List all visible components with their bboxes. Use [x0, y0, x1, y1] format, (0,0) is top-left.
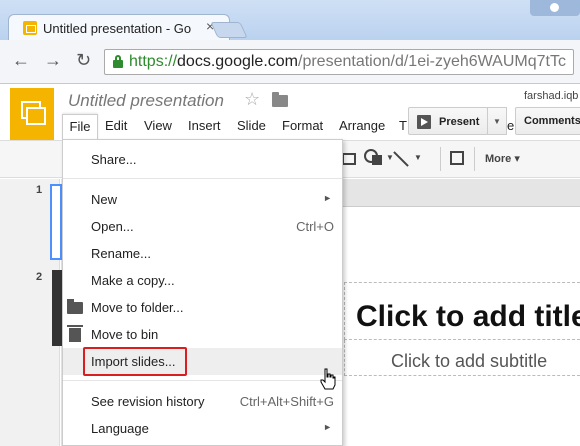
menu-item-make-copy[interactable]: Make a copy... — [63, 267, 342, 294]
menu-insert[interactable]: Insert — [188, 118, 221, 133]
star-icon[interactable]: ☆ — [244, 89, 260, 110]
submenu-arrow-icon: ► — [323, 193, 332, 203]
present-button[interactable]: Present — [408, 107, 488, 135]
menu-item-move-to-bin[interactable]: Move to bin — [63, 321, 342, 348]
trash-icon — [67, 325, 83, 342]
comment-icon[interactable] — [450, 151, 464, 165]
menu-item-revision-history[interactable]: See revision history Ctrl+Alt+Shift+G — [63, 388, 342, 415]
shape-square-icon — [372, 155, 382, 165]
chevron-down-icon[interactable]: ▼ — [386, 153, 394, 162]
menu-divider — [63, 178, 342, 179]
slide-number: 2 — [36, 271, 43, 283]
toolbar-divider — [440, 147, 441, 171]
more-button[interactable]: More ▾ — [485, 152, 520, 165]
image-icon[interactable] — [342, 153, 356, 165]
menu-format[interactable]: Format — [282, 118, 323, 133]
slides-logo-icon[interactable] — [10, 88, 54, 140]
menu-arrange[interactable]: Arrange — [339, 118, 385, 133]
menu-item-language[interactable]: Language ► — [63, 415, 342, 442]
comments-button[interactable]: Comments — [515, 107, 580, 135]
menu-tools[interactable]: T — [399, 118, 407, 133]
chevron-down-icon[interactable]: ▼ — [414, 153, 422, 162]
slide-thumbnail-1[interactable] — [50, 184, 62, 260]
subtitle-placeholder[interactable]: Click to add subtitle — [391, 351, 547, 372]
document-title[interactable]: Untitled presentation — [68, 91, 224, 111]
menu-item-share[interactable]: Share... — [63, 146, 342, 173]
present-dropdown-button[interactable]: ▼ — [487, 107, 507, 135]
url-input[interactable]: https://docs.google.com/presentation/d/1… — [104, 49, 574, 75]
import-slides-highlight — [83, 347, 187, 376]
toolbar-divider — [474, 147, 475, 171]
browser-tab[interactable]: Untitled presentation - Go × — [8, 14, 230, 40]
play-icon — [417, 115, 431, 129]
back-arrow-icon[interactable]: ← — [12, 50, 30, 71]
present-label: Present — [439, 116, 480, 128]
menu-item-rename[interactable]: Rename... — [63, 240, 342, 267]
window-user-icon[interactable] — [530, 0, 580, 16]
menu-edit[interactable]: Edit — [105, 118, 127, 133]
slide-number: 1 — [36, 184, 43, 196]
lock-icon — [113, 55, 123, 68]
slides-favicon-icon — [23, 21, 37, 35]
reload-icon[interactable]: ↻ — [76, 50, 91, 71]
folder-icon — [67, 299, 83, 314]
hand-cursor-icon — [320, 368, 336, 390]
forward-arrow-icon[interactable]: → — [44, 50, 62, 71]
folder-icon[interactable] — [272, 92, 288, 107]
menu-view[interactable]: View — [144, 118, 172, 133]
file-menu-dropdown: Share... New ► Open... Ctrl+O Rename... … — [62, 139, 343, 446]
menu-item-open[interactable]: Open... Ctrl+O — [63, 213, 342, 240]
address-bar: ← → ↻ https://docs.google.com/presentati… — [0, 40, 580, 84]
line-icon[interactable] — [393, 151, 409, 167]
menu-divider — [63, 380, 342, 381]
title-placeholder[interactable]: Click to add title — [356, 300, 580, 334]
menu-slide[interactable]: Slide — [237, 118, 266, 133]
slide-thumbnail-2[interactable] — [52, 270, 62, 346]
user-email[interactable]: farshad.iqb — [524, 90, 578, 102]
submenu-arrow-icon: ► — [323, 422, 332, 432]
menu-file[interactable]: File — [62, 114, 98, 140]
menu-item-new[interactable]: New ► — [63, 186, 342, 213]
menu-item-move-to-folder[interactable]: Move to folder... — [63, 294, 342, 321]
url-text: https://docs.google.com/presentation/d/1… — [129, 53, 566, 70]
tab-title: Untitled presentation - Go — [43, 21, 192, 36]
